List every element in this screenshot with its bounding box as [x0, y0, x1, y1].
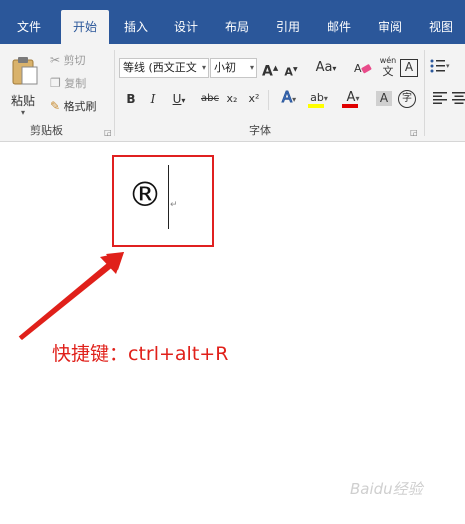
font-color-swatch [342, 104, 358, 108]
strikethrough-button[interactable]: abc [200, 91, 220, 107]
cut-label: 剪切 [63, 54, 86, 67]
font-name-dropdown[interactable]: 等线 (西文正文 ▾ [119, 58, 209, 78]
tab-insert[interactable]: 插入 [114, 10, 158, 44]
clipboard-icon [12, 57, 38, 85]
highlight-button[interactable]: ab▾ [306, 89, 332, 108]
scissors-icon: ✂ [50, 53, 61, 67]
bold-button[interactable]: B [124, 91, 138, 107]
annotation-arrow [18, 252, 124, 340]
clipboard-group-label: 剪贴板 [30, 124, 63, 137]
align-center-icon [452, 92, 465, 104]
superscript-button[interactable]: x² [246, 91, 262, 107]
registered-symbol: ® [128, 175, 162, 215]
copy-icon: ❐ [50, 76, 61, 90]
change-case-button[interactable]: Aa▾ [313, 60, 339, 77]
svg-text:▾: ▾ [446, 62, 450, 70]
align-left-button[interactable] [432, 92, 448, 108]
text-effects-button[interactable]: A▾ [276, 89, 302, 108]
bullets-button[interactable]: ▾ [430, 59, 452, 77]
ribbon-tab-bar: 文件 开始 插入 设计 布局 引用 邮件 审阅 视图 [0, 10, 465, 44]
subscript-button[interactable]: x₂ [224, 91, 240, 107]
format-painter-button[interactable]: ✎ 格式刷 [50, 98, 97, 114]
tab-review[interactable]: 审阅 [368, 10, 412, 44]
tab-design[interactable]: 设计 [164, 10, 208, 44]
eraser-icon: A [354, 62, 372, 75]
font-name-value: 等线 (西文正文 [123, 61, 197, 74]
align-center-button[interactable] [452, 92, 465, 108]
watermark-logo: Baidu经验 [350, 480, 423, 498]
chevron-down-icon: ▾ [201, 63, 206, 72]
phonetic-bottom: 文 [382, 65, 394, 78]
bullet-list-icon: ▾ [430, 59, 450, 73]
divider [268, 90, 269, 110]
copy-label: 复制 [64, 77, 87, 90]
character-shading-icon: A [379, 91, 389, 105]
tab-references[interactable]: 引用 [266, 10, 310, 44]
grow-font-button[interactable]: A▲ [262, 60, 278, 80]
highlight-color-swatch [308, 104, 324, 108]
font-color-button[interactable]: A▾ [340, 89, 366, 108]
change-case-icon: Aa [315, 60, 333, 75]
character-border-icon: A [404, 60, 414, 74]
character-shading-button[interactable]: A [376, 91, 392, 106]
phonetic-guide-button[interactable]: wén 文 [378, 56, 398, 78]
font-size-dropdown[interactable]: 小初 ▾ [210, 58, 257, 78]
font-size-value: 小初 [214, 61, 236, 74]
font-group-label: 字体 [249, 124, 271, 137]
tab-view[interactable]: 视图 [419, 10, 463, 44]
text-effects-icon: A [281, 88, 293, 106]
svg-text:A: A [354, 62, 362, 75]
copy-button[interactable]: ❐ 复制 [50, 75, 86, 91]
grow-font-icon: A [262, 63, 273, 80]
character-border-button[interactable]: A [400, 59, 418, 77]
format-painter-label: 格式刷 [63, 100, 97, 113]
font-launcher-icon[interactable]: ◲ [410, 128, 418, 137]
shrink-font-button[interactable]: A▼ [284, 62, 298, 81]
highlighter-icon: ab [310, 91, 324, 104]
tab-file[interactable]: 文件 [0, 10, 58, 44]
group-divider [114, 50, 115, 136]
enclose-characters-button[interactable]: 字 [398, 90, 416, 108]
underline-button[interactable]: U▾ [168, 91, 190, 109]
paste-label: 粘贴 [11, 94, 36, 108]
tab-mailings[interactable]: 邮件 [317, 10, 361, 44]
clipboard-launcher-icon[interactable]: ◲ [104, 128, 112, 137]
shortcut-annotation: 快捷键：ctrl+alt+R [52, 343, 229, 365]
italic-button[interactable]: I [146, 91, 160, 107]
ribbon: 粘贴 ▾ ✂ 剪切 ❐ 复制 ✎ 格式刷 剪贴板 ◲ 等线 (西文正文 ▾ 小初… [0, 44, 465, 142]
clear-formatting-button[interactable]: A [354, 60, 372, 80]
text-cursor [168, 165, 169, 229]
shrink-font-icon: A [284, 65, 293, 79]
tab-home[interactable]: 开始 [61, 10, 109, 44]
cut-button[interactable]: ✂ 剪切 [50, 52, 86, 68]
paintbrush-icon: ✎ [50, 99, 61, 113]
title-bar [0, 0, 465, 10]
enclose-characters-icon: 字 [402, 93, 412, 104]
paragraph-mark: ↵ [170, 200, 178, 210]
paste-button[interactable]: 粘贴 ▾ [8, 52, 42, 118]
chevron-down-icon: ▾ [249, 63, 254, 72]
group-divider [424, 50, 425, 136]
tab-layout[interactable]: 布局 [215, 10, 259, 44]
align-left-icon [433, 92, 447, 104]
chevron-down-icon: ▾ [21, 108, 26, 117]
